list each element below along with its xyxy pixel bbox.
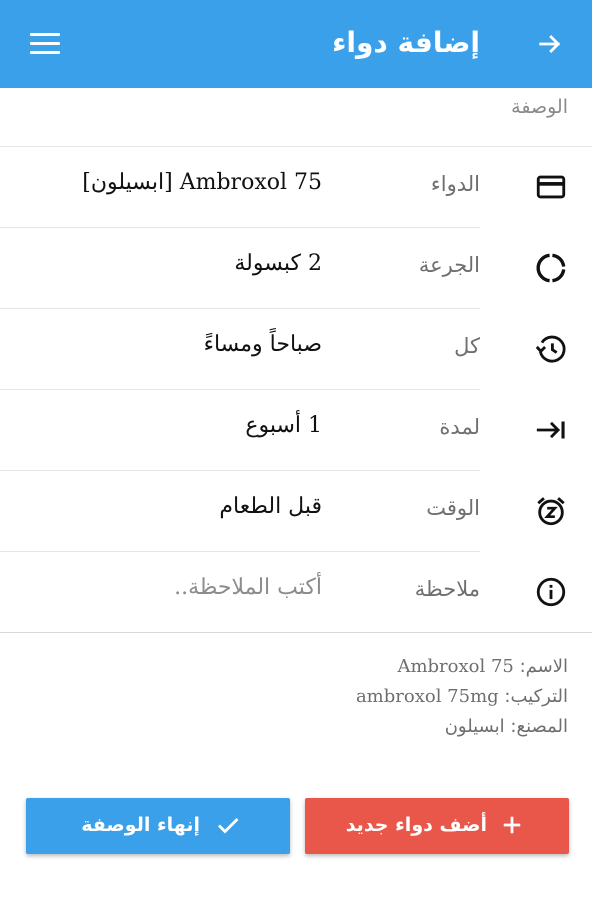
field-dose[interactable]: الجرعة 2 كبسولة [0,228,592,309]
info-manufacturer-value: ابسيلون [444,716,505,737]
info-manufacturer: المصنع: ابسيلون [356,712,568,742]
progress-circle-icon [536,253,566,283]
divider [0,632,592,633]
add-medicine-label: أضف دواء جديد [345,814,487,836]
alarm-snooze-icon [537,497,565,526]
field-duration[interactable]: لمدة 1 أسبوع [0,390,592,471]
check-icon [218,818,239,834]
info-name-value: Ambroxol 75 [397,656,514,677]
info-composition: التركيب: ambroxol 75mg [356,682,568,712]
duration-value[interactable]: 1 أسبوع [245,413,322,438]
field-note[interactable]: ملاحظة أكتب الملاحظة.. [0,552,592,633]
medicine-value[interactable]: Ambroxol 75 [ابسيلون] [82,170,322,195]
page-title: إضافة دواء [332,26,480,59]
field-medicine[interactable]: الدواء Ambroxol 75 [ابسيلون] [0,147,592,228]
info-name-label: الاسم: [519,656,568,677]
frequency-value[interactable]: صباحاً ومساءً [204,332,322,357]
dose-value[interactable]: 2 كبسولة [234,251,322,276]
field-label: الدواء [430,172,480,196]
field-label: الوقت [426,496,480,520]
plus-icon [503,816,521,834]
section-label: الوصفة [511,96,568,118]
info-composition-value: ambroxol 75mg [355,686,499,707]
field-label: لمدة [439,415,480,439]
info-icon [536,577,566,607]
info-manufacturer-label: المصنع: [510,716,568,737]
app-bar: إضافة دواء [0,0,592,88]
field-label: كل [454,334,480,358]
info-composition-label: التركيب: [504,686,568,707]
note-input[interactable]: أكتب الملاحظة.. [174,575,322,600]
arrow-right-icon[interactable] [536,30,564,58]
medicine-info: الاسم: Ambroxol 75 التركيب: ambroxol 75m… [356,652,568,742]
field-label: الجرعة [418,253,480,277]
finish-prescription-label: إنهاء الوصفة [81,814,200,836]
history-icon [535,335,566,363]
finish-prescription-button[interactable]: إنهاء الوصفة [26,798,290,854]
time-value[interactable]: قبل الطعام [219,494,322,519]
info-name: الاسم: Ambroxol 75 [356,652,568,682]
arrow-to-end-icon [536,421,565,439]
field-time[interactable]: الوقت قبل الطعام [0,471,592,552]
field-label: ملاحظة [414,577,480,601]
menu-icon[interactable] [30,33,60,55]
field-frequency[interactable]: كل صباحاً ومساءً [0,309,592,390]
credit-card-icon [536,175,566,199]
add-medicine-button[interactable]: أضف دواء جديد [305,798,569,854]
